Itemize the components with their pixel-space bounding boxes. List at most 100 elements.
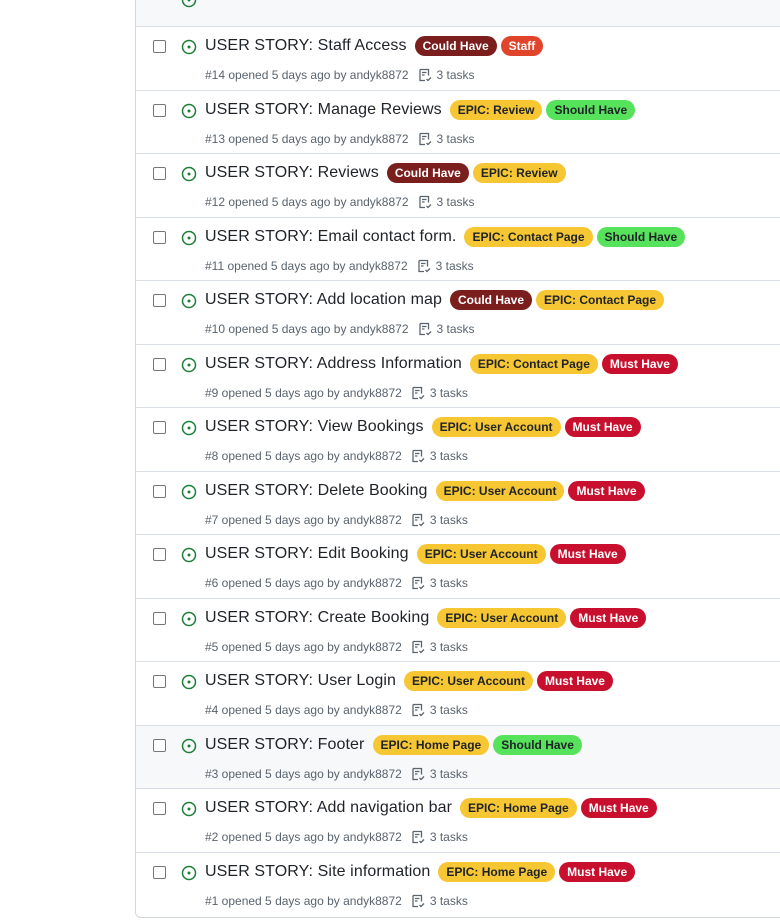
issue-open-icon <box>181 166 197 182</box>
issue-label[interactable]: EPIC: Contact Page <box>469 353 598 374</box>
issue-list: USER STORY: Staff Access Could Have Staff… <box>135 0 780 918</box>
issue-title-link[interactable]: USER STORY: Edit Booking <box>205 545 409 563</box>
issue-row[interactable]: USER STORY: Manage Reviews EPIC: Review S… <box>136 90 780 154</box>
tasklist-icon <box>417 321 433 337</box>
issue-checkbox[interactable] <box>153 357 166 371</box>
issue-meta-text: #13 opened 5 days ago by andyk8872 <box>205 131 409 146</box>
issue-label[interactable]: Could Have <box>450 290 533 310</box>
issue-open-icon <box>181 293 197 309</box>
issue-label[interactable]: EPIC: User Account <box>404 671 533 691</box>
issue-label[interactable]: Must Have <box>568 480 645 501</box>
issue-label[interactable]: Must Have <box>559 861 636 882</box>
issue-row[interactable]: USER STORY: Reviews Could Have EPIC: Revi… <box>136 154 780 218</box>
issue-open-icon <box>181 865 197 881</box>
issue-meta: #1 opened 5 days ago by andyk8872 3 task… <box>205 893 468 909</box>
issue-label[interactable]: Must Have <box>601 353 678 374</box>
issue-task-count: 3 tasks <box>429 639 468 654</box>
issue-label[interactable]: Should Have <box>546 99 636 120</box>
issue-title-link[interactable]: USER STORY: User Login <box>205 672 396 690</box>
issue-checkbox[interactable] <box>153 40 166 53</box>
issue-title-link[interactable]: USER STORY: Email contact form. <box>205 228 456 246</box>
issue-title-link[interactable]: USER STORY: Manage Reviews <box>205 101 442 119</box>
issue-row[interactable]: USER STORY: Staff Access Could Have Staff… <box>136 27 780 91</box>
issue-checkbox[interactable] <box>153 611 166 625</box>
issue-labels: EPIC: Contact Page Must Have <box>466 353 678 374</box>
issue-label[interactable]: Must Have <box>570 607 647 628</box>
issue-row[interactable]: USER STORY: Footer EPIC: Home Page Should… <box>136 725 780 789</box>
issue-label[interactable]: EPIC: User Account <box>435 480 565 501</box>
issue-label[interactable]: Could Have <box>414 36 497 56</box>
issue-row[interactable]: USER STORY: Site information EPIC: Home … <box>136 852 780 916</box>
issue-row[interactable]: USER STORY: Create Booking EPIC: User Ac… <box>136 598 780 662</box>
issue-checkbox[interactable] <box>153 675 166 688</box>
issue-row[interactable]: USER STORY: Address Information EPIC: Co… <box>136 344 780 408</box>
issue-label[interactable]: Should Have <box>493 734 582 755</box>
issue-open-icon <box>181 0 197 8</box>
issue-title-line: USER STORY: Create Booking EPIC: User Ac… <box>205 607 647 628</box>
issue-title-link[interactable]: USER STORY: Address Information <box>205 355 462 373</box>
issue-checkbox[interactable] <box>153 103 166 117</box>
issue-title-line: USER STORY: Reviews Could Have EPIC: Revi… <box>205 163 566 183</box>
issue-title-line: USER STORY: Manage Reviews EPIC: Review S… <box>205 99 636 120</box>
issue-checkbox[interactable] <box>153 294 166 307</box>
issue-checkbox[interactable] <box>153 865 166 879</box>
issue-meta: #11 opened 5 days ago by andyk8872 3 tas… <box>205 258 474 274</box>
issue-checkbox[interactable] <box>153 484 166 498</box>
issue-row[interactable]: USER STORY: Add navigation bar EPIC: Hom… <box>136 789 780 853</box>
issue-label[interactable]: EPIC: Home Page <box>372 734 490 755</box>
issue-checkbox[interactable] <box>153 802 166 815</box>
issue-title-link[interactable]: USER STORY: Staff Access <box>205 37 407 55</box>
issue-label[interactable]: EPIC: User Account <box>437 607 567 628</box>
tasklist-icon <box>410 766 426 782</box>
issue-row[interactable]: USER STORY: Add location map Could Have E… <box>136 281 780 345</box>
issue-label[interactable]: EPIC: Home Page <box>438 861 556 882</box>
issue-title-line: USER STORY: Edit Booking EPIC: User Acco… <box>205 544 626 564</box>
issue-checkbox[interactable] <box>153 548 166 561</box>
issue-task-count: 3 tasks <box>429 512 468 527</box>
issue-meta-text: #4 opened 5 days ago by andyk8872 <box>205 703 402 717</box>
issue-label[interactable]: EPIC: Contact Page <box>536 290 665 310</box>
issue-label[interactable]: EPIC: User Account <box>431 417 561 437</box>
issue-row[interactable]: USER STORY: Edit Booking EPIC: User Acco… <box>136 535 780 599</box>
issue-label[interactable]: Must Have <box>549 544 626 564</box>
issue-label[interactable]: EPIC: Review <box>449 99 543 120</box>
issue-label[interactable]: EPIC: Contact Page <box>464 226 593 247</box>
issue-checkbox[interactable] <box>153 738 166 752</box>
issue-meta-text: #11 opened 5 days ago by andyk8872 <box>205 258 408 273</box>
issue-title-line: USER STORY: Footer EPIC: Home Page Should… <box>205 734 582 755</box>
issue-label[interactable]: Should Have <box>596 226 686 247</box>
issue-row[interactable]: USER STORY: Email contact form. EPIC: Co… <box>136 217 780 281</box>
issue-task-count: 3 tasks <box>429 893 468 908</box>
issue-labels: EPIC: User Account Must Have <box>432 480 645 501</box>
issue-title-link[interactable]: USER STORY: View Bookings <box>205 418 424 436</box>
issue-title-link[interactable]: USER STORY: Reviews <box>205 164 379 182</box>
issue-task-count: 3 tasks <box>429 830 468 844</box>
issue-title-link[interactable]: USER STORY: Footer <box>205 736 365 754</box>
issue-checkbox[interactable] <box>153 421 166 434</box>
issue-title-link[interactable]: USER STORY: Site information <box>205 863 430 881</box>
issue-label[interactable]: EPIC: Review <box>472 163 566 183</box>
issue-label[interactable]: Staff <box>500 36 544 56</box>
issue-label[interactable]: Must Have <box>580 798 657 818</box>
issue-row[interactable]: USER STORY: User Login EPIC: User Accoun… <box>136 662 780 726</box>
issue-label[interactable]: Must Have <box>564 417 641 437</box>
issue-row[interactable]: USER STORY: View Bookings EPIC: User Acc… <box>136 408 780 472</box>
issue-title-link[interactable]: USER STORY: Delete Booking <box>205 482 428 500</box>
issue-title-link[interactable]: USER STORY: Add navigation bar <box>205 799 452 817</box>
tasklist-icon <box>417 194 433 210</box>
issue-label[interactable]: Could Have <box>386 163 469 183</box>
issue-title-link[interactable]: USER STORY: Create Booking <box>205 609 429 627</box>
tasklist-icon <box>417 67 433 83</box>
issue-label[interactable]: EPIC: User Account <box>416 544 546 564</box>
issue-task-count: 3 tasks <box>429 703 468 717</box>
issue-title-link[interactable]: USER STORY: Add location map <box>205 291 442 309</box>
issue-open-icon <box>181 484 197 500</box>
issue-label[interactable]: EPIC: Home Page <box>460 798 577 818</box>
tasklist-icon <box>410 893 426 909</box>
issue-row[interactable]: USER STORY: Delete Booking EPIC: User Ac… <box>136 471 780 535</box>
issue-label[interactable]: Must Have <box>536 671 613 691</box>
issue-checkbox[interactable] <box>153 167 166 180</box>
tasklist-icon <box>410 385 426 401</box>
issue-meta: #8 opened 5 days ago by andyk8872 3 task… <box>205 448 468 464</box>
issue-checkbox[interactable] <box>153 230 166 244</box>
